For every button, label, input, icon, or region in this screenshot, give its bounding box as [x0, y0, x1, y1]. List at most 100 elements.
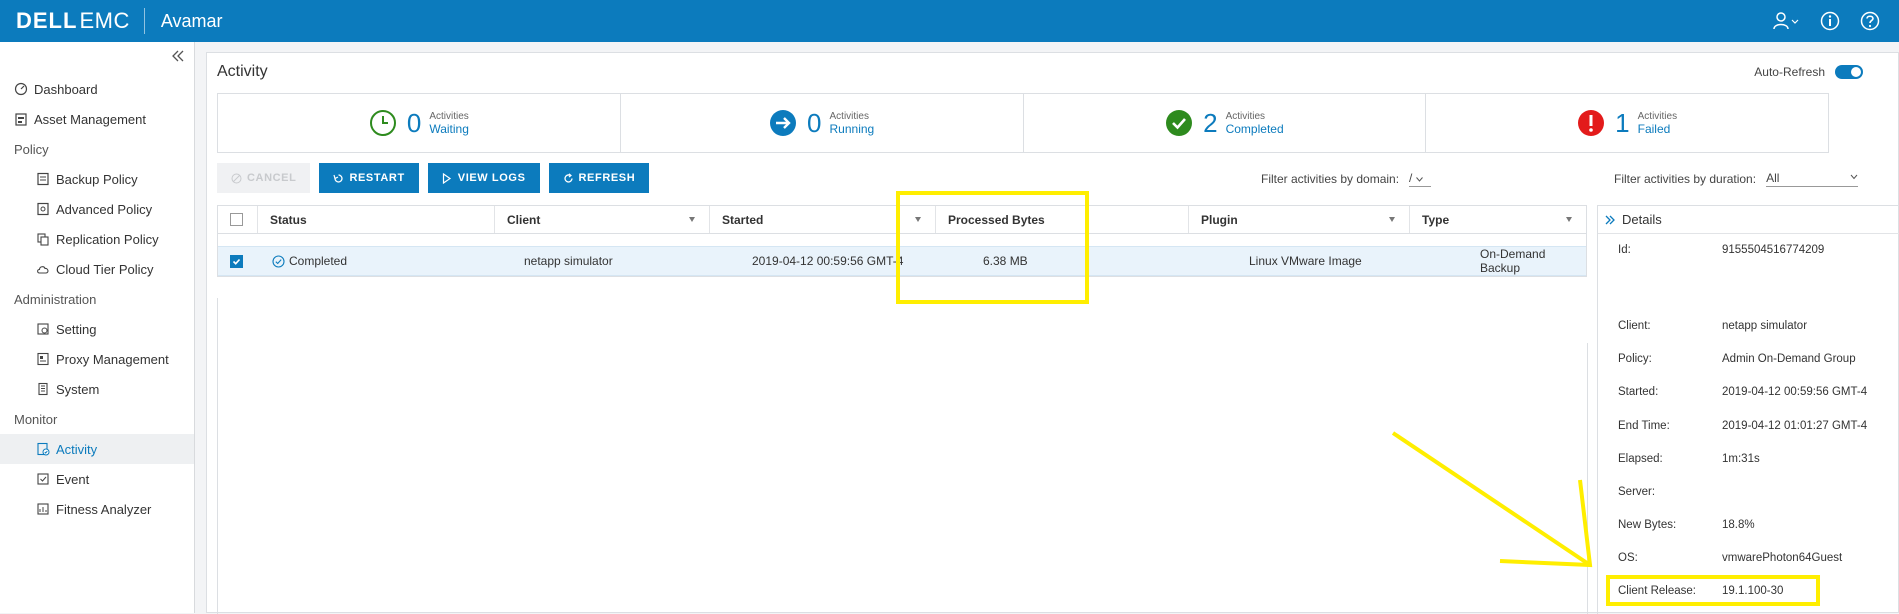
cancel-button-label: CANCEL [247, 172, 297, 184]
stat-label: Completed [1225, 122, 1284, 136]
stat-failed[interactable]: 1 Activities Failed [1426, 94, 1828, 152]
annotation-arrow [1391, 431, 1593, 568]
help-icon[interactable] [1859, 10, 1881, 32]
column-processed-bytes[interactable]: Processed Bytes [936, 206, 1189, 233]
stat-count: 0 [807, 107, 822, 138]
sidebar-item-event[interactable]: Event [0, 464, 194, 494]
cell-type: On-Demand Backup [1480, 247, 1546, 275]
sidebar-item-label: Cloud Tier Policy [56, 261, 154, 277]
activity-panel: Activity Auto-Refresh 0 Activities Waiti… [206, 52, 1899, 614]
cancel-button[interactable]: CANCEL [217, 163, 311, 193]
filter-icon[interactable] [689, 217, 695, 222]
chevron-double-right-icon[interactable] [1604, 214, 1616, 226]
column-status[interactable]: Status [258, 206, 495, 233]
sidebar-item-label: Backup Policy [56, 171, 138, 187]
sidebar-nav: Dashboard Asset Management Policy Backup… [0, 74, 194, 524]
sidebar-item-label: Dashboard [34, 81, 98, 97]
stat-count: 0 [406, 107, 422, 138]
filter-duration-select[interactable]: All [1766, 171, 1859, 187]
sidebar-item-proxy-management[interactable]: Proxy Management [0, 344, 194, 374]
completed-status-icon [272, 254, 285, 268]
column-plugin[interactable]: Plugin [1189, 206, 1410, 233]
chevron-down-icon [1850, 174, 1858, 180]
server-icon [38, 382, 48, 396]
filter-domain-value: / [1409, 171, 1413, 185]
brand-dell: DELL [16, 8, 78, 33]
sidebar-item-dashboard[interactable]: Dashboard [0, 74, 194, 104]
arrow-right-icon [770, 110, 797, 136]
sidebar-item-setting[interactable]: Setting [0, 314, 194, 344]
activity-summary: 0 Activities Waiting 0 Activities Runnin… [217, 93, 1829, 153]
details-header: Details [1598, 206, 1899, 234]
view-logs-button[interactable]: VIEW LOGS [427, 163, 540, 193]
activity-icon [37, 442, 50, 456]
policy-icon [37, 172, 49, 186]
filter-domain: Filter activities by domain: / [1261, 171, 1432, 187]
sidebar-item-label: Asset Management [34, 111, 147, 127]
detail-started: Started: 2019-04-12 00:59:56 GMT-4 [1618, 386, 1868, 398]
filter-icon[interactable] [915, 217, 921, 222]
dashboard-icon [14, 82, 28, 96]
filter-duration-value: All [1766, 171, 1780, 185]
toolbar: CANCEL RESTART VIEW LOGS REFRESH [217, 163, 650, 193]
filter-icon[interactable] [1389, 217, 1395, 222]
sidebar-item-advanced-policy[interactable]: Advanced Policy [0, 194, 194, 224]
sidebar-item-backup-policy[interactable]: Backup Policy [0, 164, 194, 194]
detail-elapsed: Elapsed: 1m:31s [1618, 453, 1760, 465]
sidebar-item-cloud-tier-policy[interactable]: Cloud Tier Policy [0, 254, 194, 284]
auto-refresh-label: Auto-Refresh [1754, 65, 1825, 79]
proxy-icon [37, 352, 49, 366]
product-name: Avamar [160, 10, 223, 31]
detail-server: Server: [1618, 486, 1656, 498]
restart-button[interactable]: RESTART [319, 163, 419, 193]
event-icon [37, 473, 49, 485]
sidebar-item-replication-policy[interactable]: Replication Policy [0, 224, 194, 254]
select-all-checkbox[interactable] [230, 213, 243, 226]
detail-os: OS: vmwarePhoton64Guest [1618, 552, 1843, 564]
sidebar-item-label: Activity [56, 441, 98, 457]
cell-started: 2019-04-12 00:59:56 GMT-4 [752, 254, 904, 268]
collapse-sidebar-icon[interactable] [170, 48, 186, 64]
sidebar-item-activity[interactable]: Activity [0, 434, 194, 464]
column-started[interactable]: Started [710, 206, 936, 233]
sidebar-item-fitness-analyzer[interactable]: Fitness Analyzer [0, 494, 194, 524]
stat-waiting[interactable]: 0 Activities Waiting [218, 94, 621, 152]
restart-button-label: RESTART [349, 172, 405, 184]
stat-label: Running [829, 122, 875, 136]
gear-icon [37, 323, 49, 335]
sidebar-item-asset-management[interactable]: Asset Management [0, 104, 194, 134]
cell-plugin: Linux VMware Image [1249, 254, 1362, 268]
top-bar: DELL EMC Avamar [0, 0, 1899, 42]
filter-domain-select[interactable]: / [1409, 171, 1432, 187]
refresh-button[interactable]: REFRESH [548, 163, 650, 193]
column-type[interactable]: Type [1410, 206, 1586, 233]
advanced-policy-icon [37, 202, 49, 216]
auto-refresh-toggle[interactable] [1835, 65, 1863, 79]
details-title: Details [1622, 212, 1662, 227]
filter-icon[interactable] [1566, 217, 1572, 222]
user-icon[interactable] [1771, 10, 1801, 32]
row-checkbox[interactable] [230, 254, 243, 268]
page-title: Activity [217, 63, 268, 80]
section-label: Policy [14, 141, 49, 157]
asset-icon [15, 113, 27, 126]
column-client[interactable]: Client [495, 206, 710, 233]
stat-count: 2 [1203, 107, 1218, 138]
sidebar-item-label: Event [56, 471, 90, 487]
brand-divider [143, 8, 145, 34]
cell-processed-bytes: 6.38 MB [983, 254, 1028, 268]
table-row[interactable]: Completed netapp simulator 2019-04-12 00… [218, 246, 1586, 276]
section-label: Administration [14, 291, 97, 307]
stat-label: Waiting [429, 122, 469, 136]
stat-running[interactable]: 0 Activities Running [621, 94, 1024, 152]
stat-completed[interactable]: 2 Activities Completed [1024, 94, 1427, 152]
clock-icon [369, 110, 396, 136]
check-icon [1166, 110, 1193, 136]
info-icon[interactable] [1819, 10, 1841, 32]
cloud-icon [37, 266, 49, 274]
chart-icon [37, 503, 49, 515]
sidebar-section-policy: Policy [0, 134, 194, 164]
sidebar-item-system[interactable]: System [0, 374, 194, 404]
error-icon [1578, 110, 1605, 136]
detail-client: Client: netapp simulator [1618, 320, 1808, 332]
